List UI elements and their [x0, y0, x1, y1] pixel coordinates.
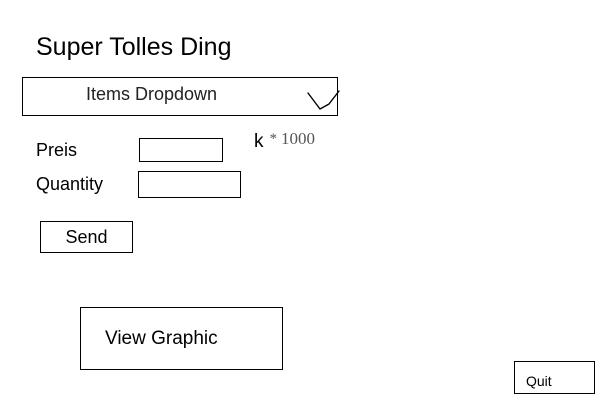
send-button[interactable]: Send — [40, 221, 133, 253]
price-label: Preis — [36, 140, 78, 160]
quantity-input[interactable] — [138, 171, 241, 198]
view-graphic-button[interactable]: View Graphic — [80, 307, 283, 370]
items-dropdown[interactable]: Items Dropdown — [22, 77, 341, 116]
checkmark-icon[interactable] — [307, 90, 341, 112]
quit-button[interactable]: Quit — [514, 361, 595, 394]
multiplier-unit: k — [254, 131, 264, 152]
view-graphic-button-label: View Graphic — [105, 327, 218, 349]
price-input[interactable] — [139, 138, 223, 162]
app-title: Super Tolles Ding — [36, 33, 232, 61]
price-multiplier-note: k * 1000 — [254, 129, 315, 154]
quit-button-label: Quit — [526, 372, 552, 389]
multiplier-operator: * — [269, 131, 278, 147]
quantity-label: Quantity — [36, 174, 104, 194]
send-button-label: Send — [65, 226, 108, 247]
multiplier-factor: 1000 — [281, 129, 315, 148]
items-dropdown-label: Items Dropdown — [86, 84, 218, 104]
